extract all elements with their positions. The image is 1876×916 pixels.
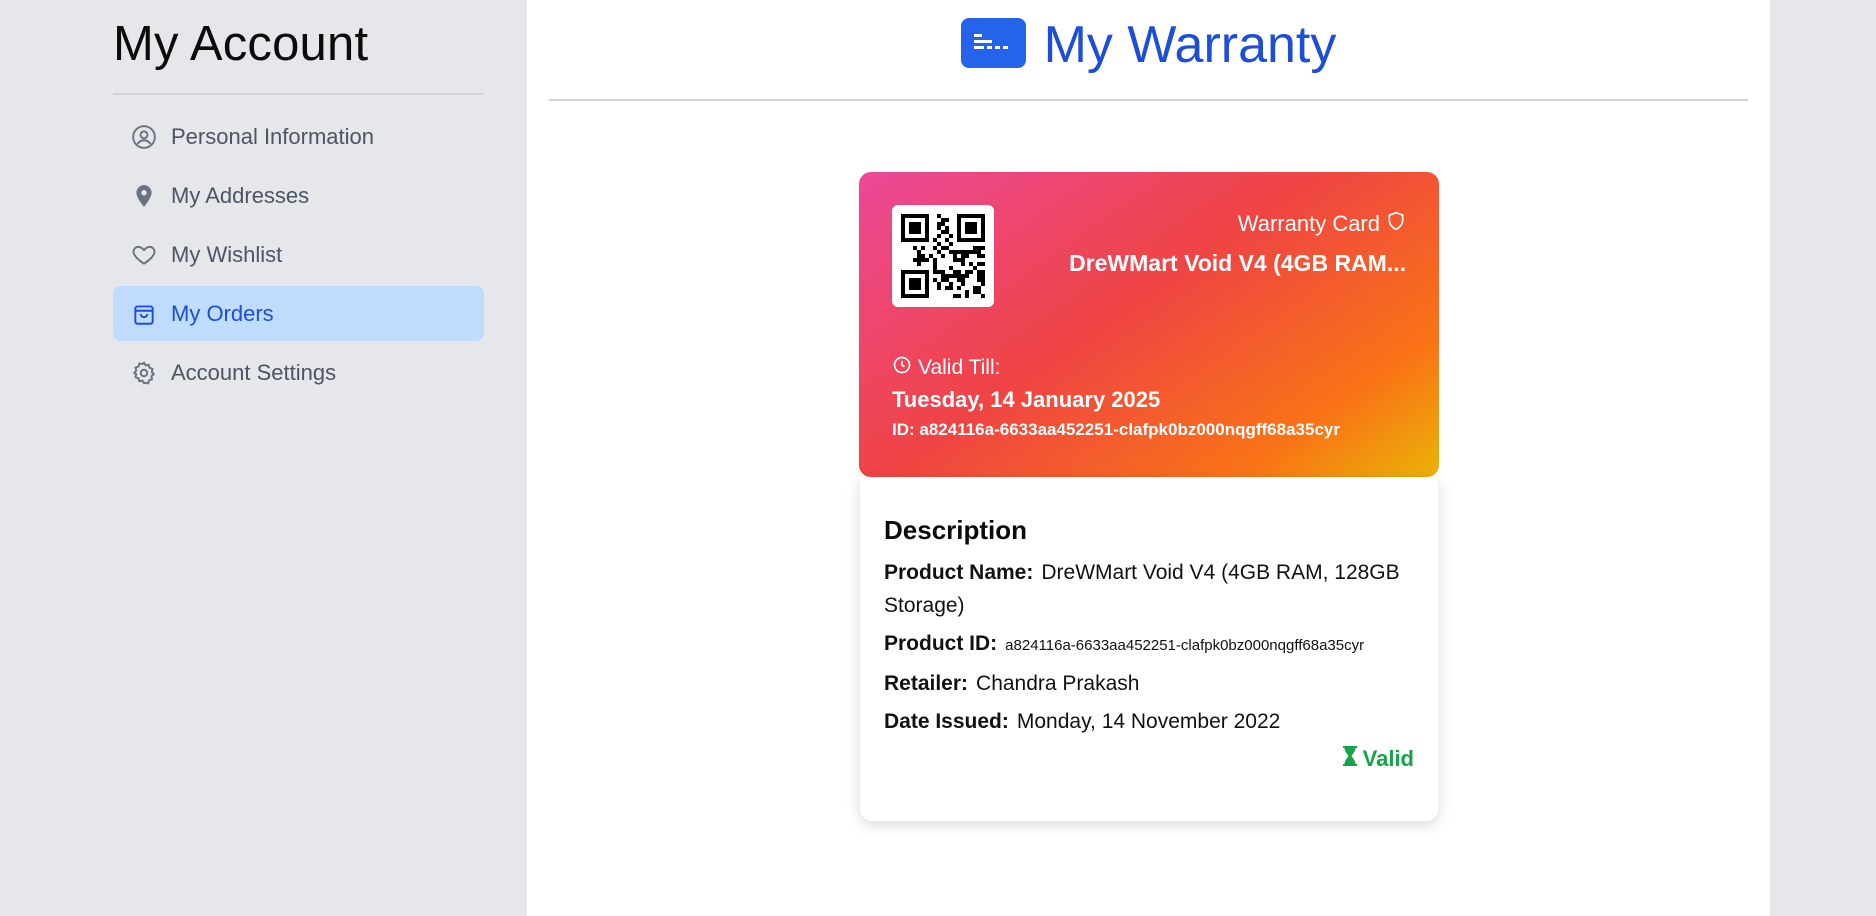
product-id-row: Product ID: a824116a-6633aa452251-clafpk0…	[884, 627, 1414, 662]
product-id-label: Product ID:	[884, 632, 998, 655]
status-badge: Valid	[1341, 745, 1414, 773]
product-id-value: a824116a-6633aa452251-clafpk0bz000nqgff6…	[1005, 637, 1365, 654]
card-product-name: DreWMart Void V4 (4GB RAM...	[1069, 250, 1406, 276]
sidebar-item-personal-information[interactable]: Personal Information	[113, 109, 484, 164]
product-name-label: Product Name:	[884, 561, 1034, 584]
card-icon	[960, 17, 1026, 68]
heart-icon	[129, 240, 159, 270]
clock-icon	[892, 355, 912, 381]
date-issued-label: Date Issued:	[884, 710, 1009, 733]
valid-till-label: Valid Till:	[892, 355, 1000, 381]
sidebar-item-label: Personal Information	[171, 123, 374, 149]
main-panel: My Warranty Warranty Card DreWMart Void …	[527, 0, 1770, 916]
qr-code	[892, 205, 994, 307]
sidebar-item-my-wishlist[interactable]: My Wishlist	[113, 227, 484, 282]
shield-icon	[1386, 210, 1406, 238]
card-id: ID: a824116a-6633aa452251-clafpk0bz000nq…	[892, 420, 1340, 439]
sidebar-item-label: My Addresses	[171, 182, 310, 208]
valid-till-text: Valid Till:	[918, 356, 1001, 379]
shopping-bag-icon	[129, 299, 159, 329]
retailer-value: Chandra Prakash	[976, 672, 1140, 695]
sidebar-item-label: Account Settings	[171, 359, 337, 385]
header-title: My Warranty	[1043, 15, 1337, 74]
description-panel: Description Product Name: DreWMart Void V…	[860, 477, 1438, 821]
warranty-card: Warranty Card DreWMart Void V4 (4GB RAM.…	[859, 172, 1439, 477]
card-label: Warranty Card	[1069, 210, 1406, 238]
retailer-row: Retailer: Chandra Prakash	[884, 667, 1414, 700]
page-header: My Warranty	[549, 0, 1748, 101]
valid-till-date: Tuesday, 14 January 2025	[892, 387, 1161, 412]
hourglass-icon	[1341, 745, 1359, 773]
sidebar-item-my-addresses[interactable]: My Addresses	[113, 168, 484, 223]
retailer-label: Retailer:	[884, 672, 969, 695]
page-title: My Account	[113, 0, 484, 95]
product-name-row: Product Name: DreWMart Void V4 (4GB RAM, …	[884, 556, 1414, 622]
description-heading: Description	[884, 515, 1028, 545]
sidebar-nav: Personal Information My Addresses My Wis…	[113, 109, 484, 400]
date-issued-row: Date Issued: Monday, 14 November 2022	[884, 705, 1414, 738]
card-label-text: Warranty Card	[1237, 211, 1380, 236]
status-text: Valid	[1362, 746, 1414, 771]
date-issued-value: Monday, 14 November 2022	[1016, 710, 1281, 733]
sidebar-item-label: My Orders	[171, 300, 274, 326]
sidebar: My Account Personal Information My Addre…	[113, 0, 484, 404]
map-pin-icon	[129, 181, 159, 211]
user-circle-icon	[129, 122, 159, 152]
sidebar-item-my-orders[interactable]: My Orders	[113, 286, 484, 341]
sidebar-item-label: My Wishlist	[171, 241, 283, 267]
sidebar-item-account-settings[interactable]: Account Settings	[113, 345, 484, 400]
gear-icon	[129, 358, 159, 388]
